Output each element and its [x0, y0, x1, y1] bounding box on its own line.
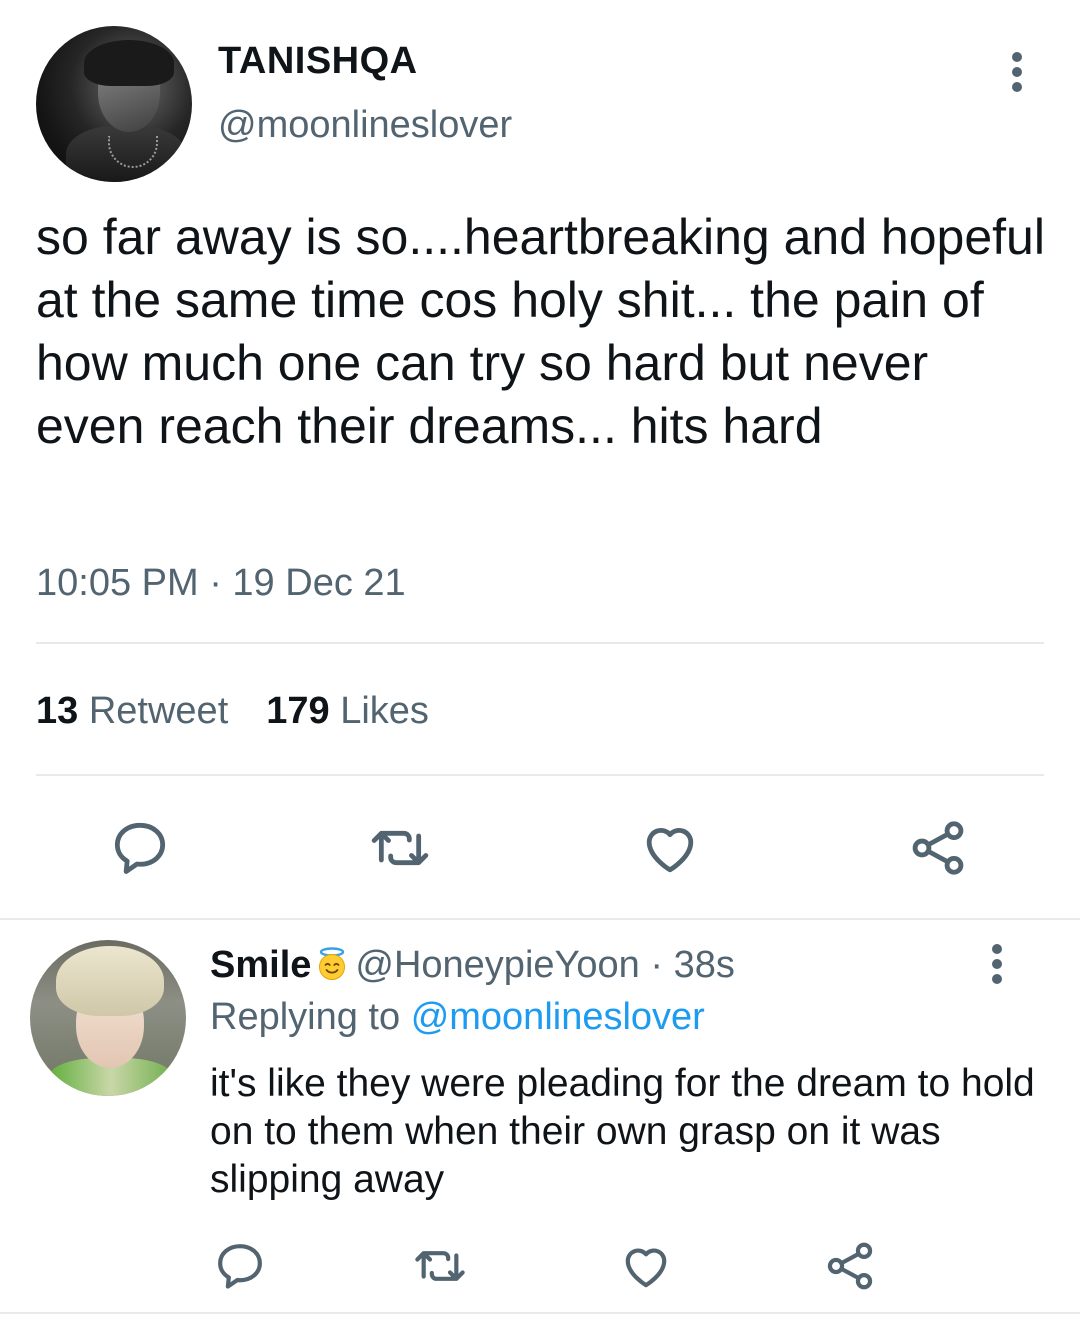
reply-text: it's like they were pleading for the dre… — [210, 1062, 1035, 1201]
reply-author-avatar[interactable] — [30, 940, 186, 1096]
author-display-name[interactable]: TANISHQA — [218, 40, 418, 83]
retweet-button[interactable] — [368, 816, 432, 880]
replying-to-mention[interactable]: @moonlineslover — [411, 996, 705, 1038]
retweet-count[interactable]: 13 — [36, 690, 78, 732]
likes-label[interactable]: Likes — [340, 690, 429, 732]
reply-author-name[interactable]: Smile — [210, 944, 311, 986]
retweet-icon — [371, 830, 429, 866]
smiling-face-with-halo-icon — [315, 947, 349, 981]
reply-like-button[interactable] — [618, 1238, 674, 1294]
author-avatar[interactable] — [36, 26, 192, 182]
retweet-icon — [415, 1251, 465, 1281]
divider — [36, 774, 1044, 776]
reply-icon — [218, 1244, 262, 1289]
author-handle[interactable]: @moonlineslover — [218, 104, 512, 147]
separator: · — [650, 944, 663, 986]
tweet-timestamp[interactable]: 10:05 PM · 19 Dec 21 — [36, 562, 406, 605]
reply-share-button[interactable] — [822, 1238, 878, 1294]
reply-icon — [114, 822, 166, 874]
share-button[interactable] — [906, 816, 970, 880]
replying-to-line: Replying to @moonlineslover — [210, 996, 705, 1039]
heart-icon — [625, 1248, 667, 1288]
reply-time[interactable]: 38s — [674, 944, 735, 986]
reply-header: Smile @HoneypieYoon · 38s — [210, 944, 735, 987]
bottom-divider — [0, 1312, 1080, 1314]
more-options-icon[interactable] — [1002, 52, 1032, 98]
reply-more-options-icon[interactable] — [982, 944, 1012, 990]
share-icon — [912, 821, 964, 875]
divider — [36, 642, 1044, 644]
heart-icon — [646, 827, 694, 873]
reply-retweet-button[interactable] — [412, 1238, 468, 1294]
engagement-stats: 13 Retweet 179 Likes — [36, 690, 429, 733]
section-divider — [0, 918, 1080, 920]
like-button[interactable] — [638, 816, 702, 880]
reply-author-handle[interactable]: @HoneypieYoon — [355, 944, 639, 986]
likes-count[interactable]: 179 — [266, 690, 329, 732]
reply-button[interactable] — [108, 816, 172, 880]
reply-reply-button[interactable] — [212, 1238, 268, 1294]
replying-to-label: Replying to — [210, 996, 401, 1038]
share-icon — [827, 1242, 873, 1290]
retweet-label[interactable]: Retweet — [89, 690, 228, 732]
tweet-text: so far away is so....heartbreaking and h… — [36, 209, 1059, 454]
